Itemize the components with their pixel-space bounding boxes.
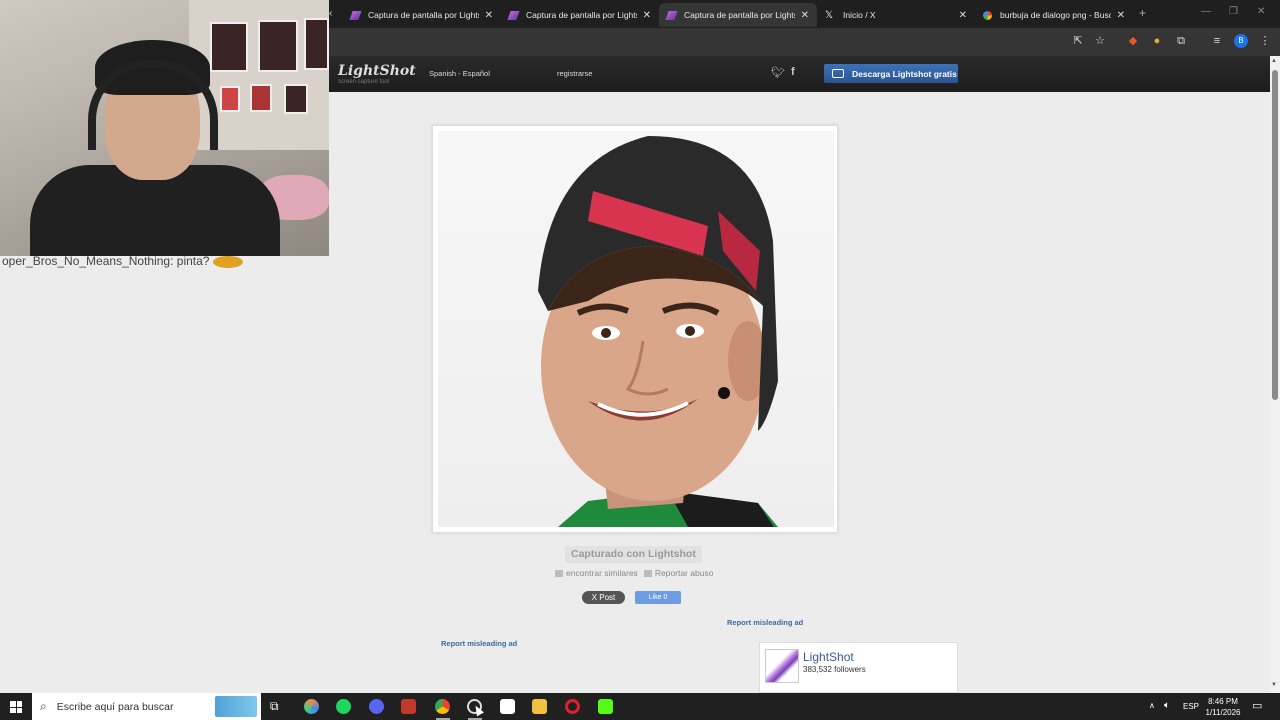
chrome-icon[interactable] — [435, 699, 450, 714]
pupil-shape — [601, 328, 611, 338]
reading-list-icon[interactable]: ≡ — [1210, 34, 1224, 48]
lightshot-logo-subtitle: screen capture tool — [338, 79, 390, 85]
pupil-shape — [685, 326, 695, 336]
tray-chevron-icon[interactable]: ∧ — [1149, 701, 1155, 710]
tab-scroll-left-icon[interactable]: ‹ — [329, 8, 332, 19]
browser-tab[interactable]: Captura de pantalla por Lightshot ✕ — [343, 3, 501, 27]
chat-emote-icon — [213, 255, 244, 268]
window-close-icon[interactable]: ✕ — [1257, 6, 1265, 17]
stream-chat-message: oper_Bros_No_Means_Nothing: pinta? — [2, 254, 244, 268]
browser-tab-active[interactable]: Captura de pantalla por Lightshot ✕ — [659, 3, 817, 27]
facebook-followers-count: 383,532 followers — [803, 665, 866, 674]
taskbar-clock[interactable]: 8:46 PM 1/11/2026 — [1200, 696, 1246, 718]
earring-shape — [718, 387, 730, 399]
close-icon[interactable]: ✕ — [801, 10, 809, 21]
lightshot-page-logo — [765, 649, 799, 683]
windows-taskbar: ⌕ Escribe aquí para buscar ⧉ ∧ 🔈︎ ESP 8:… — [0, 693, 1280, 720]
opera-icon[interactable] — [565, 699, 580, 714]
scroll-up-icon[interactable]: ▲ — [1271, 58, 1277, 64]
lightshot-logo[interactable]: LightShot — [338, 63, 416, 79]
browser-tab[interactable]: 𝕏 Inicio / X ✕ — [817, 3, 975, 27]
search-icon: ⌕ — [40, 699, 47, 713]
voicemeeter-icon[interactable] — [401, 699, 416, 714]
menu-kebab-icon[interactable]: ⋮ — [1258, 34, 1272, 48]
notifications-icon[interactable]: ▭ — [1252, 699, 1262, 712]
keyboard-language[interactable]: ESP — [1183, 702, 1199, 711]
windows-start-icon[interactable] — [10, 701, 22, 713]
taskbar-search-input[interactable]: ⌕ Escribe aquí para buscar — [32, 693, 261, 720]
kick-icon[interactable] — [598, 699, 613, 714]
google-icon — [983, 10, 992, 20]
minimize-icon[interactable]: — — [1201, 6, 1211, 17]
x-post-button[interactable]: X Post — [582, 591, 625, 604]
spotify-icon[interactable] — [336, 699, 351, 714]
close-icon[interactable]: ✕ — [643, 10, 651, 21]
facebook-like-button[interactable]: Like 0 — [635, 591, 681, 604]
report-abuse-link[interactable]: Reportar abuso — [643, 568, 713, 578]
report-misleading-ad-link[interactable]: Report misleading ad — [727, 618, 803, 627]
new-tab-icon[interactable]: + — [1139, 6, 1146, 20]
profile-avatar[interactable]: B — [1234, 34, 1248, 48]
twitter-icon[interactable]: 🐦︎ — [771, 66, 785, 79]
restore-icon[interactable]: ❐ — [1229, 6, 1238, 17]
portrait-photo — [538, 136, 778, 527]
search-highlight-image — [215, 696, 257, 717]
screenshot-image-frame — [432, 125, 838, 533]
close-icon[interactable]: ✕ — [959, 10, 967, 21]
wall-poster — [220, 86, 240, 112]
flag-icon — [643, 570, 652, 578]
browser-tab[interactable]: burbuja de dialogo png - Buscar ✕ — [975, 3, 1133, 27]
discord-icon[interactable] — [369, 699, 384, 714]
extension-color-icon[interactable]: ● — [1150, 34, 1164, 48]
scroll-thumb[interactable] — [1272, 70, 1278, 400]
close-icon[interactable]: ✕ — [485, 10, 493, 21]
close-icon[interactable]: ✕ — [1117, 10, 1125, 21]
capcut-icon[interactable] — [500, 699, 515, 714]
scroll-down-icon[interactable]: ▼ — [1271, 682, 1277, 688]
find-similar-link[interactable]: encontrar similares — [555, 568, 638, 578]
lightshot-header: LightShot screen capture tool Spanish - … — [329, 56, 1280, 92]
copilot-icon[interactable] — [304, 699, 319, 714]
wall-poster — [284, 84, 308, 114]
download-icon — [832, 69, 844, 78]
download-button[interactable]: Descarga Lightshot gratis — [824, 64, 958, 83]
captured-with-lightshot-label: Capturado con Lightshot — [565, 546, 702, 563]
extensions-puzzle-icon[interactable]: ⧉ — [1174, 34, 1188, 48]
image-actions: encontrar similares Reportar abuso — [555, 568, 713, 578]
wall-poster — [258, 20, 298, 72]
page-scrollbar[interactable]: ▲ ▼ — [1270, 56, 1280, 693]
file-explorer-icon[interactable] — [532, 699, 547, 714]
facebook-page-name[interactable]: LightShot — [803, 650, 854, 664]
wall-poster — [210, 22, 248, 72]
bookmark-star-icon[interactable]: ☆ — [1093, 34, 1107, 48]
facebook-icon[interactable]: f — [791, 66, 795, 78]
screenshot-image[interactable] — [438, 131, 834, 527]
image-icon — [555, 570, 563, 578]
wall-poster — [250, 84, 272, 112]
browser-toolbar: ⇱ ☆ ◆ ● ⧉ ≡ B ⋮ — [329, 28, 1280, 56]
lightshot-feather-icon — [349, 10, 362, 20]
wall-poster — [304, 18, 329, 70]
volume-icon[interactable]: 🔈︎ — [1164, 700, 1170, 711]
report-misleading-ad-link[interactable]: Report misleading ad — [441, 639, 517, 648]
browser-tab-strip: ‹ Captura de pantalla por Lightshot ✕ Ca… — [329, 0, 1280, 28]
language-selector[interactable]: Spanish - Español — [429, 69, 490, 78]
lightshot-feather-icon — [507, 10, 520, 20]
register-link[interactable]: registrarse — [557, 69, 592, 78]
webcam-overlay — [0, 0, 329, 256]
lightshot-feather-icon — [665, 10, 678, 20]
browser-tab[interactable]: Captura de pantalla por Lightshot ✕ — [501, 3, 659, 27]
task-view-icon[interactable]: ⧉ — [270, 699, 285, 714]
install-app-icon[interactable]: ⇱ — [1071, 34, 1085, 48]
x-logo-icon: 𝕏 — [825, 9, 834, 21]
facebook-page-widget[interactable]: LightShot 383,532 followers — [759, 642, 958, 693]
extension-fox-icon[interactable]: ◆ — [1126, 34, 1140, 48]
